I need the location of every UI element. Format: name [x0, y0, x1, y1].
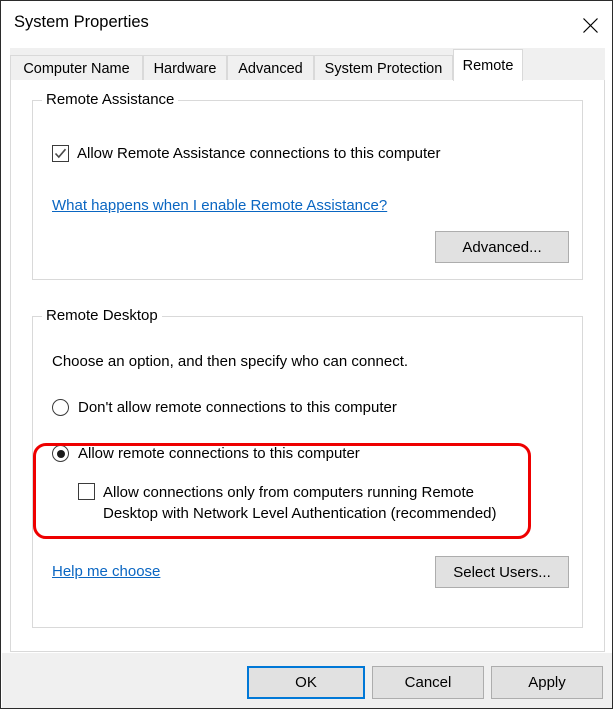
- radio-dont-allow-remote-connections[interactable]: Don't allow remote connections to this c…: [52, 399, 397, 416]
- window-title: System Properties: [14, 13, 149, 31]
- button-label: Apply: [528, 674, 566, 691]
- nla-checkbox[interactable]: Allow connections only from computers ru…: [78, 482, 528, 524]
- tab-remote[interactable]: Remote: [453, 49, 523, 81]
- radio-allow-remote-connections[interactable]: Allow remote connections to this compute…: [52, 445, 360, 462]
- advanced-button[interactable]: Advanced...: [435, 231, 569, 263]
- tab-computer-name[interactable]: Computer Name: [10, 55, 143, 81]
- tab-label: Remote: [462, 57, 514, 74]
- remote-desktop-group: Remote Desktop Choose an option, and the…: [32, 307, 583, 628]
- tab-label: Hardware: [153, 60, 217, 77]
- tab-advanced[interactable]: Advanced: [227, 55, 314, 81]
- remote-assistance-group-title: Remote Assistance: [42, 91, 179, 108]
- tab-label: Advanced: [238, 60, 303, 77]
- checkbox-label: Allow connections only from computers ru…: [103, 484, 497, 522]
- checkbox-label: Allow Remote Assistance connections to t…: [77, 145, 441, 162]
- cancel-button[interactable]: Cancel: [372, 666, 484, 699]
- title-bar: System Properties: [2, 2, 612, 48]
- remote-tab-panel: Remote Assistance Allow Remote Assistanc…: [10, 80, 605, 652]
- apply-button[interactable]: Apply: [491, 666, 603, 699]
- radio-label: Don't allow remote connections to this c…: [78, 399, 397, 416]
- tab-hardware[interactable]: Hardware: [143, 55, 227, 81]
- tab-system-protection[interactable]: System Protection: [314, 55, 453, 81]
- system-properties-dialog: System Properties Computer Name Hardware…: [0, 0, 613, 709]
- remote-desktop-group-title: Remote Desktop: [42, 307, 162, 324]
- button-label: Advanced...: [462, 238, 542, 256]
- radio-button-selected-icon: [52, 445, 69, 462]
- checkbox-box: [52, 145, 69, 162]
- button-label: Cancel: [404, 674, 452, 691]
- button-label: OK: [295, 674, 317, 691]
- dialog-footer: OK Cancel Apply: [2, 653, 612, 708]
- radio-button-unselected-icon: [52, 399, 69, 416]
- tab-label: System Protection: [324, 60, 443, 77]
- checkbox-box: [78, 483, 95, 500]
- radio-label: Allow remote connections to this compute…: [78, 445, 360, 462]
- ok-button[interactable]: OK: [247, 666, 365, 699]
- button-label: Select Users...: [453, 563, 551, 581]
- help-me-choose-link[interactable]: Help me choose: [52, 563, 160, 580]
- select-users-button[interactable]: Select Users...: [435, 556, 569, 588]
- allow-remote-assistance-checkbox[interactable]: Allow Remote Assistance connections to t…: [52, 144, 552, 163]
- close-icon[interactable]: [567, 2, 612, 48]
- remote-desktop-description: Choose an option, and then specify who c…: [52, 353, 409, 370]
- remote-assistance-group: Remote Assistance Allow Remote Assistanc…: [32, 91, 583, 280]
- checkmark-icon: [54, 148, 67, 159]
- close-glyph: [582, 17, 598, 33]
- tab-strip: Computer Name Hardware Advanced System P…: [10, 48, 605, 81]
- remote-assistance-help-link[interactable]: What happens when I enable Remote Assist…: [52, 197, 387, 214]
- tab-label: Computer Name: [23, 60, 130, 77]
